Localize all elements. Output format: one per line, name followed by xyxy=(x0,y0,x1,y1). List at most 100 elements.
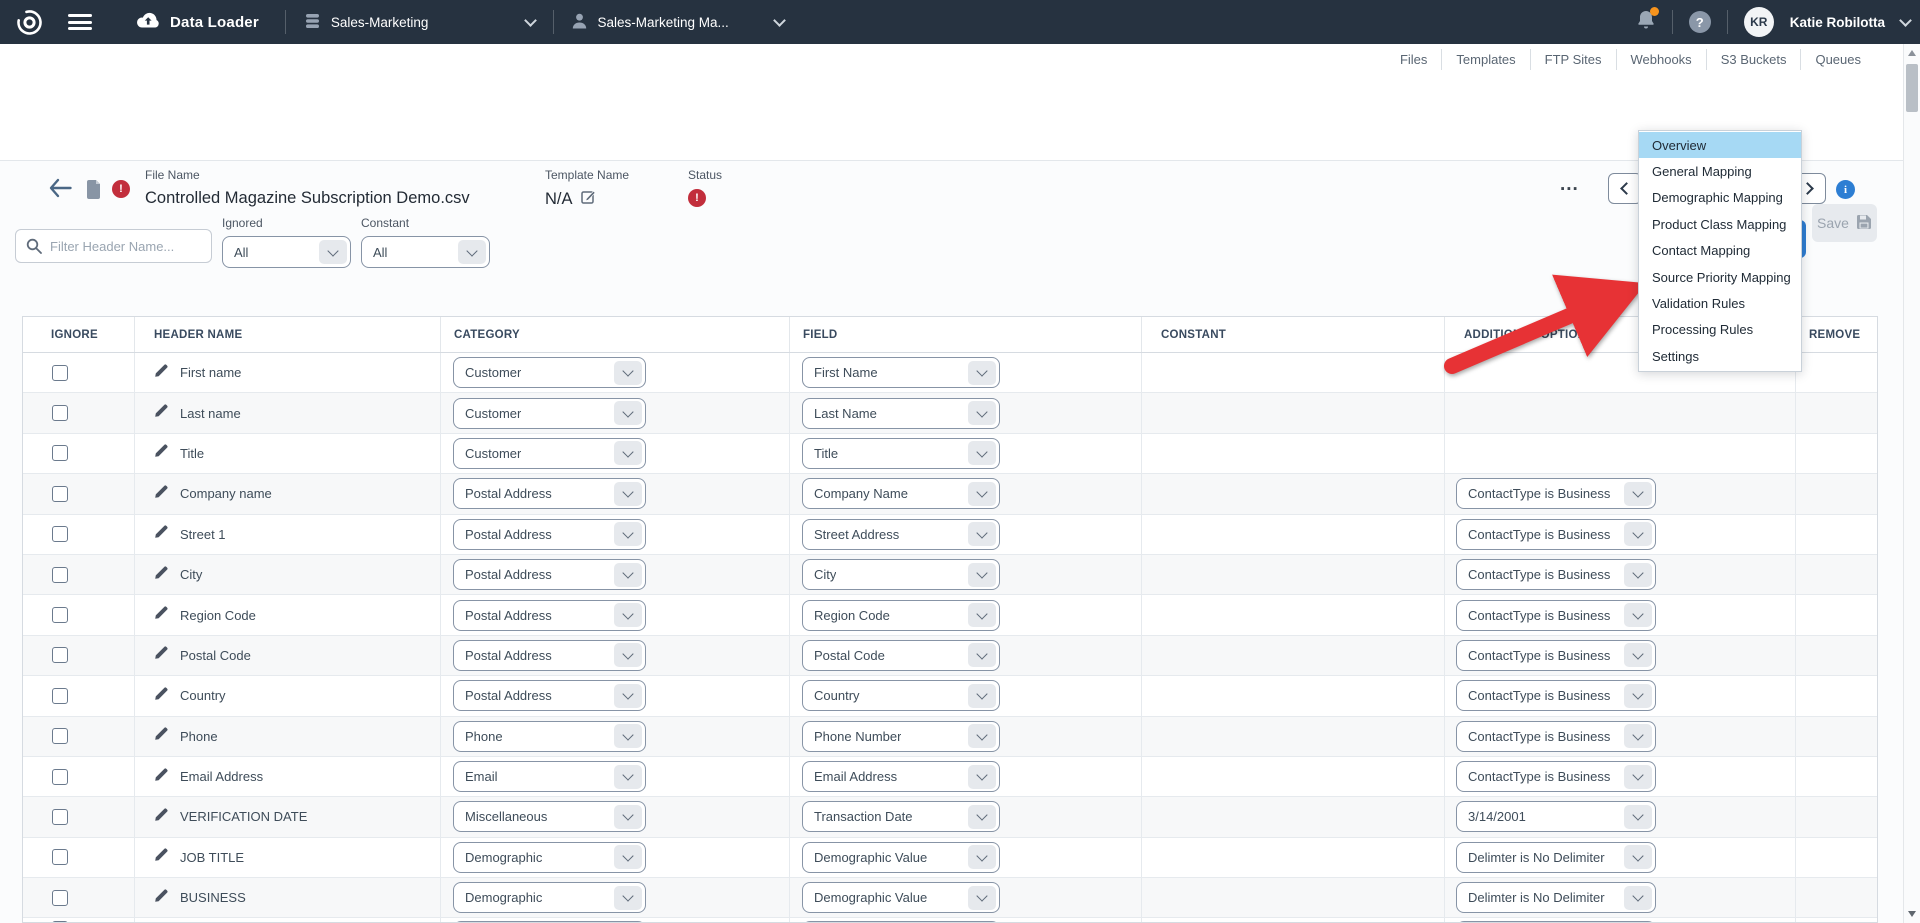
edit-pencil-icon[interactable] xyxy=(154,484,169,504)
edit-template-icon[interactable] xyxy=(581,189,596,209)
category-select[interactable]: Postal Address xyxy=(453,478,646,509)
hamburger-menu-icon[interactable] xyxy=(68,14,92,30)
menu-item-overview[interactable]: Overview xyxy=(1639,132,1801,158)
back-arrow-icon[interactable] xyxy=(48,178,72,203)
menu-item-settings[interactable]: Settings xyxy=(1639,343,1801,369)
additional-options-select[interactable]: ContactType is Business xyxy=(1456,680,1656,711)
nav-link-webhooks[interactable]: Webhooks xyxy=(1616,49,1706,70)
edit-pencil-icon[interactable] xyxy=(154,807,169,827)
chevron-down-icon[interactable] xyxy=(1899,14,1912,27)
category-select[interactable]: Miscellaneous xyxy=(453,801,646,832)
additional-options-select[interactable]: Delimter is No Delimiter xyxy=(1456,882,1656,913)
more-options-icon[interactable]: ... xyxy=(1560,174,1579,196)
constant-filter-select[interactable]: All xyxy=(361,236,490,268)
category-select[interactable]: Customer xyxy=(453,357,646,388)
edit-pencil-icon[interactable] xyxy=(154,767,169,787)
ignore-checkbox[interactable] xyxy=(52,769,68,785)
ignore-checkbox[interactable] xyxy=(52,688,68,704)
scrollbar-thumb[interactable] xyxy=(1906,64,1918,112)
edit-pencil-icon[interactable] xyxy=(154,565,169,585)
category-select[interactable]: Customer xyxy=(453,398,646,429)
omeda-logo-icon[interactable] xyxy=(0,9,58,36)
additional-options-select[interactable]: 3/14/2001 xyxy=(1456,801,1656,832)
ignore-checkbox[interactable] xyxy=(52,567,68,583)
menu-item-source-priority-mapping[interactable]: Source Priority Mapping xyxy=(1639,264,1801,290)
menu-item-product-class-mapping[interactable]: Product Class Mapping xyxy=(1639,211,1801,237)
scrollbar-up-arrow[interactable] xyxy=(1904,44,1920,62)
menu-item-processing-rules[interactable]: Processing Rules xyxy=(1639,317,1801,343)
additional-options-select[interactable]: ContactType is Business xyxy=(1456,478,1656,509)
category-select[interactable]: Postal Address xyxy=(453,600,646,631)
menu-item-demographic-mapping[interactable]: Demographic Mapping xyxy=(1639,185,1801,211)
ignore-checkbox[interactable] xyxy=(52,445,68,461)
category-select[interactable]: Customer xyxy=(453,438,646,469)
ignore-checkbox[interactable] xyxy=(52,486,68,502)
save-button[interactable]: Save xyxy=(1812,204,1877,242)
field-select[interactable]: Demographic Value xyxy=(802,882,1000,913)
category-select[interactable]: Postal Address xyxy=(453,680,646,711)
edit-pencil-icon[interactable] xyxy=(154,645,169,665)
additional-options-select[interactable]: ContactType is Business xyxy=(1456,761,1656,792)
database-selector[interactable]: Sales-Marketing xyxy=(286,13,554,32)
profile-selector[interactable]: Sales-Marketing Ma... xyxy=(554,13,801,32)
edit-pencil-icon[interactable] xyxy=(154,726,169,746)
field-select[interactable]: Last Name xyxy=(802,398,1000,429)
field-select[interactable]: Phone Number xyxy=(802,721,1000,752)
ignore-checkbox[interactable] xyxy=(52,647,68,663)
ignored-filter-select[interactable]: All xyxy=(222,236,351,268)
field-select[interactable]: City xyxy=(802,559,1000,590)
edit-pencil-icon[interactable] xyxy=(154,443,169,463)
filter-header-name-input[interactable] xyxy=(15,229,212,263)
category-select[interactable]: Email xyxy=(453,761,646,792)
nav-link-templates[interactable]: Templates xyxy=(1441,49,1529,70)
ignore-checkbox[interactable] xyxy=(52,365,68,381)
edit-pencil-icon[interactable] xyxy=(154,686,169,706)
nav-link-ftp-sites[interactable]: FTP Sites xyxy=(1530,49,1616,70)
field-select[interactable]: Country xyxy=(802,680,1000,711)
ignore-checkbox[interactable] xyxy=(52,809,68,825)
edit-pencil-icon[interactable] xyxy=(154,524,169,544)
category-select[interactable]: Demographic xyxy=(453,882,646,913)
field-select[interactable]: First Name xyxy=(802,357,1000,388)
field-select[interactable]: Email Address xyxy=(802,761,1000,792)
ignore-checkbox[interactable] xyxy=(52,526,68,542)
edit-pencil-icon[interactable] xyxy=(154,605,169,625)
info-icon[interactable]: i xyxy=(1836,180,1855,199)
menu-item-validation-rules[interactable]: Validation Rules xyxy=(1639,290,1801,316)
edit-pencil-icon[interactable] xyxy=(154,888,169,908)
ignore-checkbox[interactable] xyxy=(52,890,68,906)
field-select[interactable]: Demographic Value xyxy=(802,842,1000,873)
additional-options-select[interactable]: ContactType is Business xyxy=(1456,519,1656,550)
field-select[interactable]: Title xyxy=(802,438,1000,469)
scrollbar-down-arrow[interactable] xyxy=(1904,905,1920,923)
edit-pencil-icon[interactable] xyxy=(154,363,169,383)
field-select[interactable]: Street Address xyxy=(802,519,1000,550)
previous-view-button[interactable] xyxy=(1608,173,1642,204)
help-icon[interactable]: ? xyxy=(1689,11,1711,33)
nav-link-files[interactable]: Files xyxy=(1386,49,1441,70)
file-document-icon[interactable] xyxy=(86,180,101,204)
menu-item-contact-mapping[interactable]: Contact Mapping xyxy=(1639,238,1801,264)
additional-options-select[interactable]: ContactType is Business xyxy=(1456,559,1656,590)
category-select[interactable]: Postal Address xyxy=(453,559,646,590)
additional-options-select[interactable]: Delimter is No Delimiter xyxy=(1456,842,1656,873)
vertical-scrollbar[interactable] xyxy=(1903,44,1920,923)
nav-link-s3-buckets[interactable]: S3 Buckets xyxy=(1706,49,1801,70)
ignore-checkbox[interactable] xyxy=(52,849,68,865)
user-avatar[interactable]: KR xyxy=(1744,7,1774,37)
field-select[interactable]: Region Code xyxy=(802,600,1000,631)
category-select[interactable]: Demographic xyxy=(453,842,646,873)
nav-link-queues[interactable]: Queues xyxy=(1800,49,1875,70)
edit-pencil-icon[interactable] xyxy=(154,403,169,423)
ignore-checkbox[interactable] xyxy=(52,728,68,744)
category-select[interactable]: Postal Address xyxy=(453,519,646,550)
additional-options-select[interactable]: ContactType is Business xyxy=(1456,600,1656,631)
field-select[interactable]: Transaction Date xyxy=(802,801,1000,832)
field-select[interactable]: Postal Code xyxy=(802,640,1000,671)
ignore-checkbox[interactable] xyxy=(52,405,68,421)
notifications-bell-icon[interactable] xyxy=(1636,9,1656,35)
status-error-icon[interactable]: ! xyxy=(688,189,706,207)
category-select[interactable]: Postal Address xyxy=(453,640,646,671)
edit-pencil-icon[interactable] xyxy=(154,847,169,867)
ignore-checkbox[interactable] xyxy=(52,607,68,623)
